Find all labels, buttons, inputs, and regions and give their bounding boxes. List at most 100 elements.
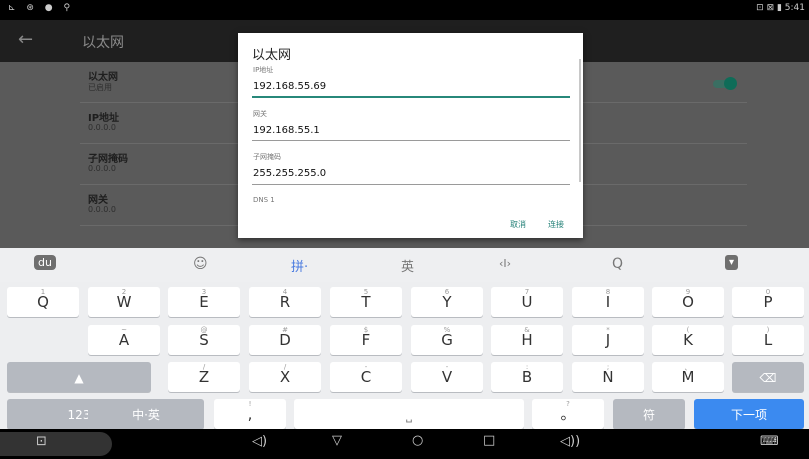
screenshot-icon[interactable]: ⊡	[36, 434, 47, 449]
volume-down-icon[interactable]: ◁)	[252, 434, 267, 449]
key-m[interactable]: 、 M	[652, 362, 724, 392]
list-item-subtitle: 已启用	[88, 83, 112, 92]
key-x[interactable]: / X	[249, 362, 321, 392]
key-label: 中·英	[132, 408, 160, 422]
keyboard-toolbar: du ☺ 拼· 英 ‹I› Q ▾	[0, 248, 809, 282]
key-label: A	[118, 331, 130, 349]
gateway-field[interactable]: 192.168.55.1	[253, 125, 320, 136]
key-label: D	[279, 331, 291, 349]
key-f[interactable]: $ F	[330, 325, 402, 355]
key-l[interactable]: ) L	[732, 325, 804, 355]
screenshot-pill	[0, 432, 112, 456]
status-bar: ⊾ ⊛ ● ⚲ ⊡ ⊠ ▮ 5:41	[0, 0, 809, 20]
key-label: E	[199, 293, 209, 311]
key-label: X	[279, 368, 291, 386]
list-item-subtitle: 0.0.0.0	[88, 164, 116, 173]
cn-en-switch-key[interactable]: 中·英	[88, 399, 204, 429]
volume-up-icon[interactable]: ◁))	[560, 434, 580, 449]
key-r[interactable]: 4R	[249, 287, 321, 317]
backspace-key[interactable]: ⌫	[732, 362, 804, 392]
key-j[interactable]: * J	[572, 325, 644, 355]
dialog-title: 以太网	[252, 48, 292, 63]
key-e[interactable]: 3E	[168, 287, 240, 317]
key-label: Q	[37, 293, 49, 311]
key-z[interactable]: / Z	[168, 362, 240, 392]
subnet-label: 子网掩码	[253, 153, 281, 161]
back-arrow-icon[interactable]: ←	[18, 29, 33, 50]
key-label: Z	[198, 368, 210, 386]
dialog-scrollbar[interactable]	[579, 59, 581, 182]
key-label: V	[441, 368, 453, 386]
baidu-logo-icon[interactable]: du	[34, 255, 56, 270]
shift-icon: ▲	[74, 371, 84, 385]
key-label: ,	[247, 405, 253, 423]
navigation-bar	[0, 429, 809, 459]
pinyin-mode-button[interactable]: 拼·	[291, 256, 308, 275]
recents-icon[interactable]: □	[483, 433, 495, 448]
ethernet-toggle[interactable]	[713, 77, 737, 90]
key-n[interactable]: ; N	[572, 362, 644, 392]
shift-key[interactable]: ▲	[7, 362, 151, 392]
key-w[interactable]: 2W	[88, 287, 160, 317]
ip-label: IP地址	[253, 66, 274, 74]
space-key[interactable]: ⎵	[294, 399, 524, 429]
key-p[interactable]: 0P	[732, 287, 804, 317]
key-t[interactable]: 5T	[330, 287, 402, 317]
key-y[interactable]: 6Y	[411, 287, 483, 317]
key-label: K	[683, 331, 693, 349]
key-q[interactable]: 1Q	[7, 287, 79, 317]
back-icon[interactable]: ▽	[332, 433, 342, 448]
key-k[interactable]: (K	[652, 325, 724, 355]
key-label: M	[681, 368, 695, 386]
key-label: N	[602, 368, 614, 386]
key-o[interactable]: 9O	[652, 287, 724, 317]
cancel-button[interactable]: 取消	[510, 219, 526, 230]
key-a[interactable]: ~ A	[88, 325, 160, 355]
subnet-field[interactable]: 255.255.255.0	[253, 168, 326, 179]
key-label: 下一项	[730, 408, 767, 422]
key-label: Y	[442, 293, 452, 311]
ip-field[interactable]: 192.168.55.69	[253, 81, 326, 92]
key-period[interactable]: ?。	[532, 399, 604, 429]
cursor-move-icon[interactable]: ‹I›	[499, 257, 511, 270]
next-field-key[interactable]: 下一项	[694, 399, 804, 429]
connect-button[interactable]: 连接	[548, 219, 564, 230]
key-label: H	[521, 331, 533, 349]
search-icon[interactable]: Q	[612, 256, 623, 272]
home-icon[interactable]: ○	[412, 433, 423, 448]
keyboard-switch-icon[interactable]: ⌨	[760, 434, 779, 449]
key-b[interactable]: :B	[491, 362, 563, 392]
key-h[interactable]: & H	[491, 325, 563, 355]
space-mic-icon: ⎵	[405, 405, 412, 423]
key-comma[interactable]: !,	[214, 399, 286, 429]
list-item-title: 网关	[88, 195, 108, 206]
hide-keyboard-icon[interactable]: ▾	[725, 255, 739, 270]
status-icons-left: ⊾ ⊛ ● ⚲	[8, 3, 75, 13]
key-i[interactable]: 8I	[572, 287, 644, 317]
key-label: J	[605, 331, 611, 349]
key-label: C	[360, 368, 372, 386]
key-u[interactable]: 7U	[491, 287, 563, 317]
key-s[interactable]: @ S	[168, 325, 240, 355]
list-item-title: 子网掩码	[88, 154, 128, 165]
key-label: S	[199, 331, 209, 349]
key-label: G	[441, 331, 453, 349]
key-v[interactable]: -V	[411, 362, 483, 392]
key-label: B	[521, 368, 533, 386]
emoji-icon[interactable]: ☺	[193, 256, 208, 272]
key-label: 符	[642, 408, 655, 422]
ip-field-underline	[252, 96, 570, 98]
list-item-subtitle: 0.0.0.0	[88, 205, 116, 214]
key-c[interactable]: -C	[330, 362, 402, 392]
status-icons-right: ⊡ ⊠ ▮ 5:41	[756, 3, 805, 13]
backspace-icon: ⌫	[759, 371, 777, 385]
english-mode-button[interactable]: 英	[401, 256, 414, 275]
key-label: W	[116, 293, 132, 311]
key-g[interactable]: % G	[411, 325, 483, 355]
page-title: 以太网	[82, 35, 124, 51]
key-d[interactable]: # D	[249, 325, 321, 355]
gateway-field-underline	[252, 140, 570, 141]
ethernet-dialog: 以太网 IP地址 192.168.55.69 网关 192.168.55.1 子…	[238, 33, 583, 238]
list-item-title: IP地址	[88, 113, 120, 124]
symbols-key[interactable]: 符	[613, 399, 685, 429]
